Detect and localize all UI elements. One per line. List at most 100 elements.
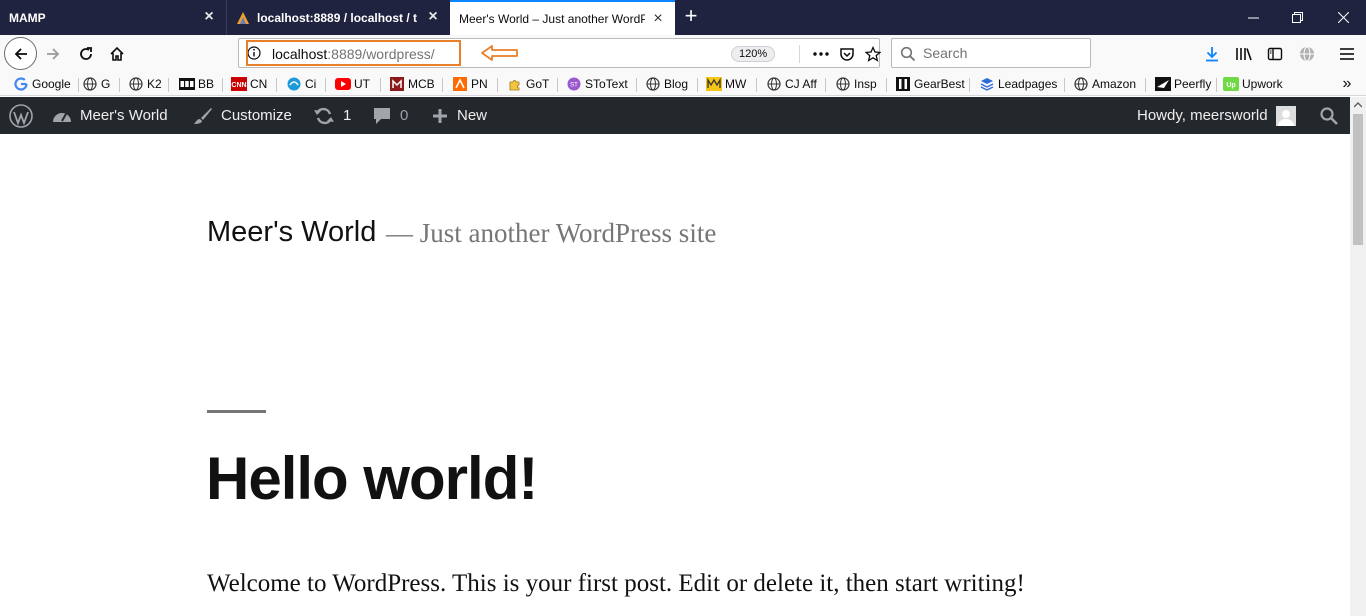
svg-text:ST: ST [570, 83, 578, 89]
minimize-button[interactable] [1230, 0, 1276, 35]
extension-button[interactable] [1292, 39, 1322, 69]
reload-button[interactable] [71, 39, 101, 69]
globe-icon [1300, 46, 1314, 62]
search-input[interactable] [923, 43, 1083, 63]
site-tagline: — Just another WordPress site [386, 218, 717, 248]
wp-updates-count: 1 [343, 107, 352, 124]
user-avatar-icon [1277, 109, 1294, 126]
page-actions-button[interactable] [808, 43, 834, 65]
cnn-icon: CNN [231, 76, 247, 92]
pocket-button[interactable] [834, 43, 860, 65]
sidebar-button[interactable] [1260, 39, 1290, 69]
close-tab-icon[interactable]: × [202, 9, 216, 25]
bookmark-mcb[interactable]: MCB [389, 75, 435, 93]
bookmark-star-button[interactable] [860, 43, 886, 65]
wordpress-logo-icon [9, 103, 33, 128]
forward-button[interactable] [38, 39, 68, 69]
bookmark-upwork[interactable]: Up Upwork [1223, 75, 1283, 93]
url-highlight-annotation [246, 40, 461, 66]
wp-customize-button[interactable]: Customize [193, 97, 292, 134]
scroll-thumb[interactable] [1353, 114, 1363, 245]
wp-logo-button[interactable] [9, 97, 33, 134]
upwork-icon: Up [1223, 76, 1239, 92]
close-tab-icon[interactable]: × [651, 11, 665, 27]
mcb-icon [389, 76, 405, 92]
bookmark-got[interactable]: GoT [507, 75, 549, 93]
url-separator [799, 45, 800, 63]
bookmark-k2[interactable]: K2 [128, 75, 162, 93]
bookmark-peerfly[interactable]: Peerfly [1155, 75, 1211, 93]
bookmark-gearbest[interactable]: GearBest [895, 75, 965, 93]
bookmark-amazon[interactable]: Amazon [1073, 75, 1136, 93]
bookmark-stotext[interactable]: ST SToText [566, 75, 628, 93]
menu-button[interactable] [1332, 39, 1362, 69]
bookmark-ut[interactable]: UT [335, 75, 370, 93]
bookmark-insp[interactable]: Insp [835, 75, 877, 93]
peerfly-icon [1155, 76, 1171, 92]
library-button[interactable] [1229, 39, 1259, 69]
arrow-right-icon [47, 48, 60, 60]
scroll-up-button[interactable] [1350, 97, 1366, 113]
bookmark-separator [636, 78, 637, 92]
downloads-button[interactable] [1197, 39, 1227, 69]
tab-meers-world[interactable]: Meer's World – Just another WordPress si… [450, 0, 675, 35]
zoom-level-badge[interactable]: 120% [731, 46, 776, 62]
wp-new-content-button[interactable]: New [431, 97, 487, 134]
svg-text:CNN: CNN [231, 82, 246, 89]
comment-icon [372, 107, 392, 125]
bookmark-google[interactable]: Google [13, 75, 71, 93]
search-icon [1320, 106, 1338, 125]
plus-icon [431, 107, 449, 125]
close-tab-icon[interactable]: × [426, 9, 440, 25]
wp-updates-button[interactable]: 1 [313, 97, 351, 134]
page-scrollbar[interactable] [1350, 97, 1366, 616]
bookmark-leadpages[interactable]: Leadpages [979, 75, 1057, 93]
gearbest-icon [895, 76, 911, 92]
bookmark-mw[interactable]: MW [706, 75, 746, 93]
bookmarks-overflow-button[interactable]: » [1336, 74, 1358, 94]
bookmark-separator [276, 78, 277, 92]
post-title[interactable]: Hello world! [206, 444, 538, 513]
bookmark-ci[interactable]: Ci [286, 75, 316, 93]
bookmark-g[interactable]: G [82, 75, 110, 93]
close-window-button[interactable] [1320, 0, 1366, 35]
tab-phpmyadmin[interactable]: localhost:8889 / localhost / test × [226, 0, 450, 35]
site-title[interactable]: Meer's World [207, 216, 376, 249]
arrow-annotation-icon [481, 45, 518, 61]
stotext-icon: ST [566, 76, 582, 92]
arrow-left-icon [14, 47, 27, 60]
wp-admin-bar: Meer's World Customize 1 0 New Howdy, me… [0, 97, 1350, 134]
bookmark-label: PN [471, 77, 488, 91]
leadpages-icon [979, 76, 995, 92]
tab-mamp[interactable]: MAMP × [0, 0, 226, 35]
bookmark-label: Insp [854, 77, 877, 91]
wp-search-button[interactable] [1320, 97, 1338, 134]
bookmark-cn[interactable]: CNN CN [231, 75, 267, 93]
bookmark-pn[interactable]: PN [452, 75, 488, 93]
bookmark-label: Amazon [1092, 77, 1137, 91]
home-icon [110, 46, 124, 61]
avatar [1275, 105, 1296, 126]
bookmark-cj-aff[interactable]: CJ Aff [766, 75, 817, 93]
bookmark-separator [78, 78, 79, 92]
wp-account-button[interactable]: Howdy, meersworld [1137, 97, 1296, 134]
circle-blue-icon [286, 76, 302, 92]
google-icon [13, 76, 29, 92]
restore-button[interactable] [1274, 0, 1320, 35]
bookmark-blog[interactable]: Blog [645, 75, 688, 93]
bookmark-bb[interactable]: BB [179, 75, 214, 93]
search-bar[interactable] [891, 38, 1091, 68]
puzzle-icon [507, 76, 523, 92]
back-button[interactable] [4, 37, 37, 70]
new-tab-button[interactable]: + [680, 5, 702, 29]
wp-comments-button[interactable]: 0 [372, 97, 408, 134]
phpmyadmin-icon [237, 12, 249, 24]
globe-icon [128, 76, 144, 92]
updates-icon [313, 107, 335, 125]
bookmark-label: GoT [526, 77, 550, 91]
chevron-up-icon [1354, 102, 1362, 108]
bookmark-label: MCB [408, 77, 435, 91]
home-button[interactable] [102, 39, 132, 69]
bookmark-label: Ci [305, 77, 317, 91]
wp-site-name-button[interactable]: Meer's World [52, 97, 168, 134]
